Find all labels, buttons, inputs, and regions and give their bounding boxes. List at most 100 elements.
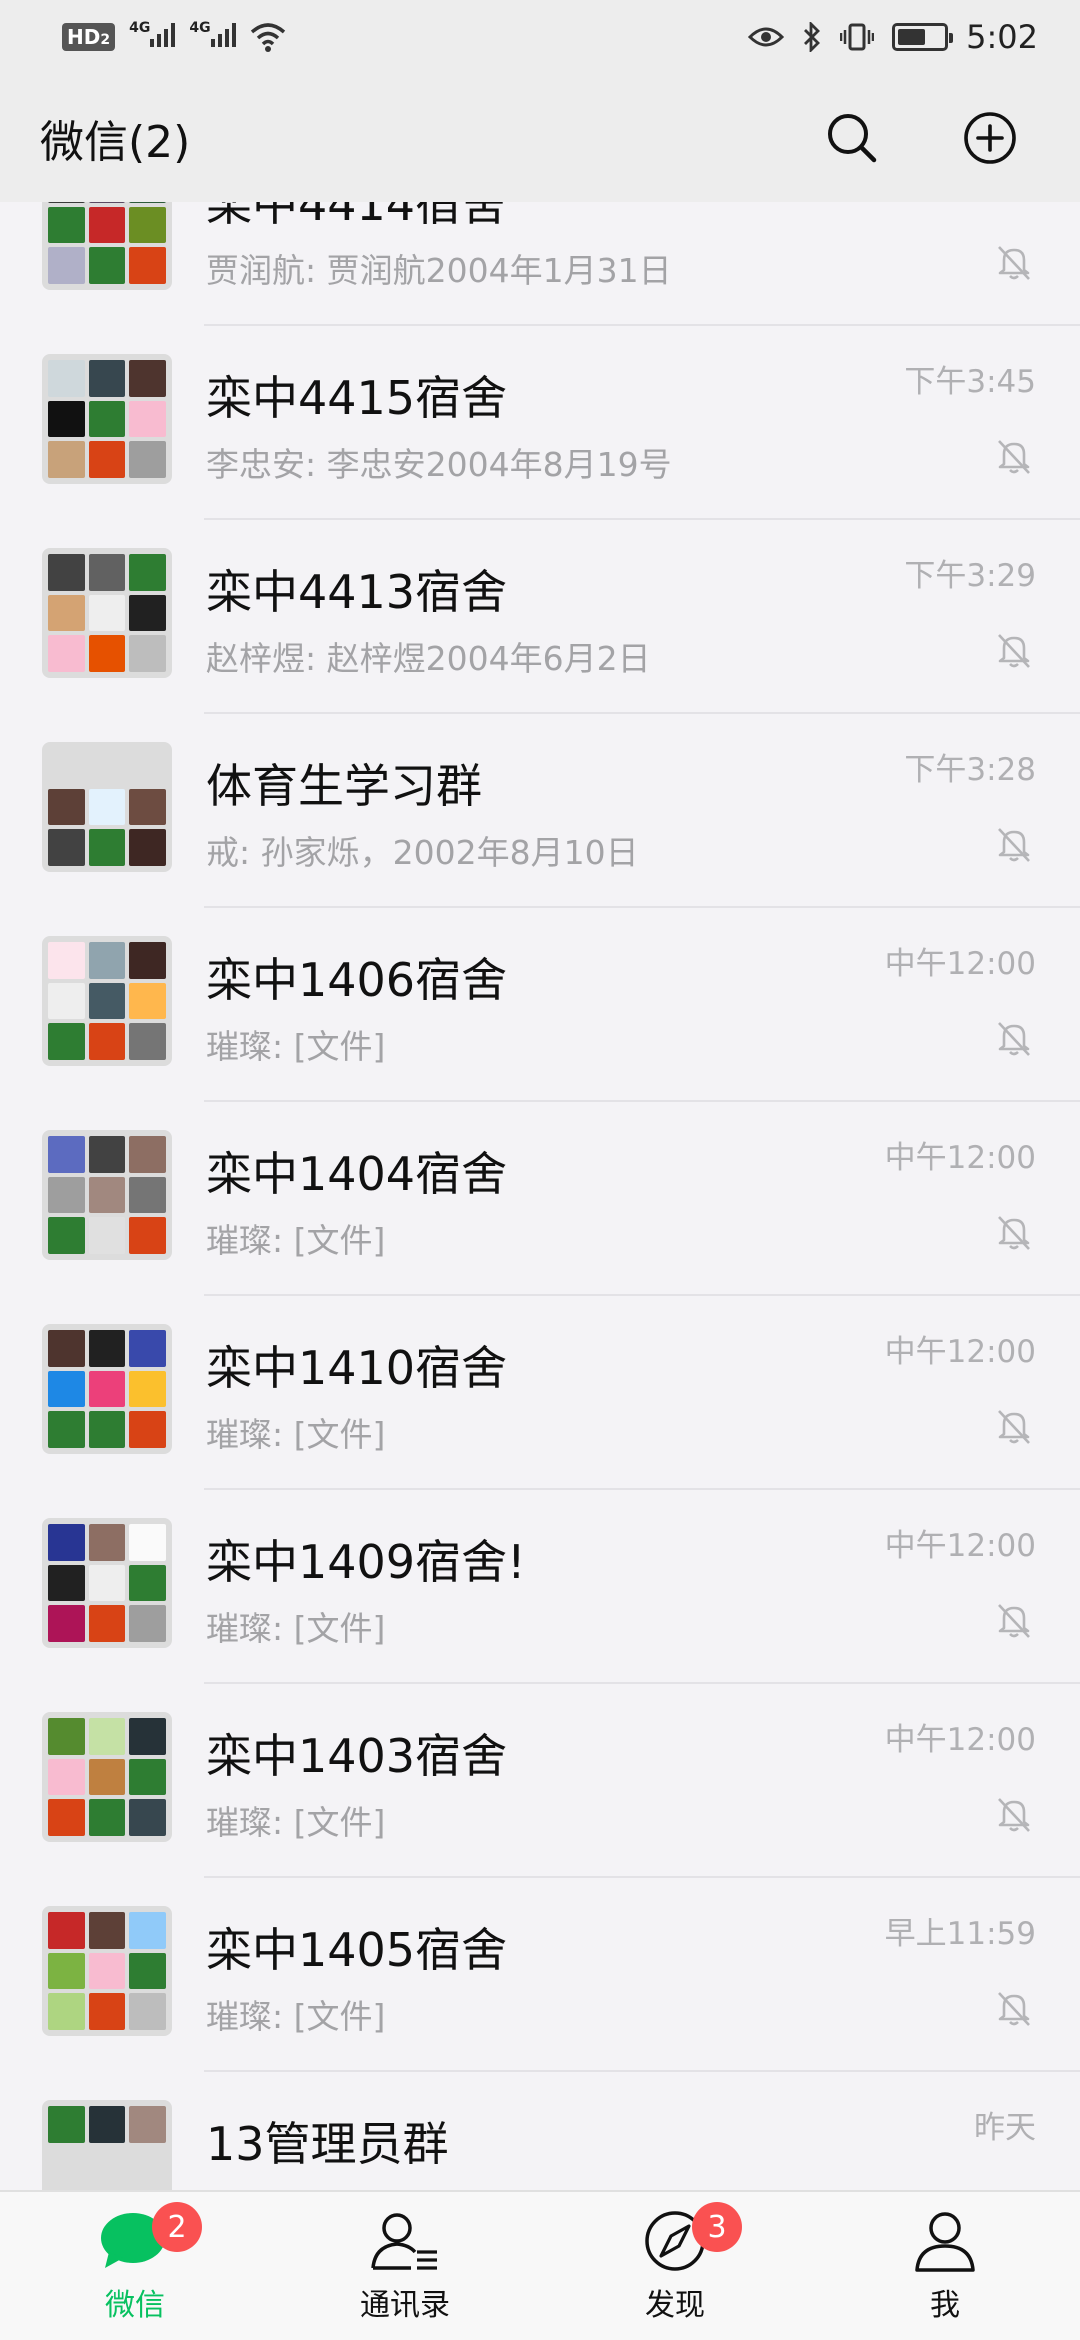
avatar-tile xyxy=(88,1758,126,1796)
avatar-tile xyxy=(88,360,126,397)
avatar-tile xyxy=(129,1952,166,1990)
mute-bell-icon xyxy=(998,1798,1030,1832)
avatar-tile xyxy=(88,247,126,284)
chat-preview: 璀璨: [文件] xyxy=(206,1221,386,1260)
avatar-tile xyxy=(129,1718,166,1755)
avatar-tile xyxy=(48,247,85,284)
signal-1-label: 4G xyxy=(129,19,151,36)
group-avatar xyxy=(42,1906,172,2036)
tab-chats-label: 微信 xyxy=(105,2288,165,2323)
avatar-tile xyxy=(48,1023,85,1060)
avatar-tile xyxy=(88,748,126,785)
search-icon[interactable] xyxy=(824,110,880,166)
signal-2-label: 4G xyxy=(189,19,211,36)
tab-contacts[interactable]: 通讯录 xyxy=(270,2192,540,2340)
chat-time: 下午3:48 xyxy=(904,202,1036,207)
chat-preview: 戒: 孙家烁，2002年8月10日 xyxy=(206,833,639,872)
tab-chats-badge: 2 xyxy=(152,2202,202,2252)
chat-row[interactable]: 栾中4413宿舍 赵梓煜: 赵梓煜2004年6月2日 下午3:29 xyxy=(0,520,1080,714)
group-avatar xyxy=(42,1130,172,1260)
avatar-tile xyxy=(48,1524,85,1561)
avatar-tile xyxy=(129,1993,166,2030)
avatar-tile xyxy=(88,2106,126,2143)
group-avatar xyxy=(42,2100,172,2190)
avatar-tile xyxy=(88,982,126,1020)
avatar-tile xyxy=(88,1330,126,1367)
avatar-tile xyxy=(48,1718,85,1755)
avatar-tile xyxy=(88,1799,126,1836)
tab-discover[interactable]: 发现 3 xyxy=(540,2192,810,2340)
tab-chats[interactable]: 微信 2 xyxy=(0,2192,270,2340)
tab-me[interactable]: 我 xyxy=(810,2192,1080,2340)
avatar-tile xyxy=(88,1411,126,1448)
chat-row[interactable]: 栾中1409宿舍! 璀璨: [文件] 中午12:00 xyxy=(0,1490,1080,1684)
avatar-tile xyxy=(129,1758,166,1796)
chat-name: 栾中1405宿舍 xyxy=(206,1923,508,1977)
chat-list[interactable]: 栾中4414宿舍贾润航: 贾润航2004年1月31日 下午3:48 栾中4415宿舍… xyxy=(0,202,1080,2190)
avatar-tile xyxy=(88,1136,126,1173)
avatar-tile xyxy=(88,1605,126,1642)
avatar-tile xyxy=(48,1330,85,1367)
group-avatar xyxy=(42,1518,172,1648)
avatar-tile xyxy=(48,748,85,785)
chat-row[interactable]: 体育生学习群 戒: 孙家烁，2002年8月10日 下午3:28 xyxy=(0,714,1080,908)
avatar-tile xyxy=(88,829,126,866)
chat-preview: 贾润航: 贾润航2004年1月31日 xyxy=(206,251,672,290)
chat-row[interactable]: 栾中1405宿舍 璀璨: [文件] 早上11:59 xyxy=(0,1878,1080,2072)
status-right: 5:02 xyxy=(748,18,1038,56)
hd-indicator: HD2 xyxy=(62,23,116,51)
avatar-tile xyxy=(48,1605,85,1642)
chat-name: 栾中4415宿舍 xyxy=(206,371,508,425)
chat-preview: 璀璨: [文件] xyxy=(206,1803,386,1842)
chat-time: 昨天 xyxy=(974,2110,1036,2146)
chat-row[interactable]: 栾中4415宿舍 李忠安: 李忠安2004年8月19号 下午3:45 xyxy=(0,326,1080,520)
avatar-tile xyxy=(129,1564,166,1602)
chat-name: 栾中4413宿舍 xyxy=(206,565,508,619)
avatar-tile xyxy=(88,1524,126,1561)
avatar-tile xyxy=(48,202,85,203)
chat-row[interactable]: 栾中1403宿舍 璀璨: [文件] 中午12:00 xyxy=(0,1684,1080,1878)
avatar-tile xyxy=(48,942,85,979)
chat-time: 中午12:00 xyxy=(884,1528,1036,1564)
chat-name: 栾中1406宿舍 xyxy=(206,953,508,1007)
avatar-tile xyxy=(88,554,126,591)
avatar-tile xyxy=(48,360,85,397)
avatar-tile xyxy=(48,788,85,826)
avatar-tile xyxy=(48,1370,85,1408)
chat-row[interactable]: 栾中1410宿舍 璀璨: [文件] 中午12:00 xyxy=(0,1296,1080,1490)
avatar-tile xyxy=(129,2106,166,2143)
avatar-tile xyxy=(88,202,126,203)
chat-time: 下午3:28 xyxy=(904,752,1036,788)
avatar-tile xyxy=(129,206,166,244)
avatar-tile xyxy=(48,594,85,632)
battery-icon xyxy=(892,23,954,51)
avatar-tile xyxy=(88,441,126,478)
avatar-tile xyxy=(129,748,166,785)
status-time: 5:02 xyxy=(966,18,1038,56)
chat-name: 栾中1409宿舍! xyxy=(206,1535,526,1589)
avatar-tile xyxy=(129,360,166,397)
avatar-tile xyxy=(88,1217,126,1254)
group-avatar xyxy=(42,742,172,872)
avatar-tile xyxy=(129,2146,166,2184)
chat-name: 栾中4414宿舍 xyxy=(206,202,508,231)
avatar-tile xyxy=(129,942,166,979)
avatar-tile xyxy=(48,1912,85,1949)
group-avatar xyxy=(42,548,172,678)
signal-bars-icon xyxy=(210,21,236,47)
group-avatar xyxy=(42,1712,172,1842)
chat-row[interactable]: 栾中1404宿舍 璀璨: [文件] 中午12:00 xyxy=(0,1102,1080,1296)
add-icon[interactable] xyxy=(962,110,1018,166)
avatar-tile xyxy=(129,1023,166,1060)
status-bar: HD2 4G 4G 5:02 xyxy=(0,0,1080,74)
chat-preview: 赵梓煜: 赵梓煜2004年6月2日 xyxy=(206,639,651,678)
chat-row[interactable]: 13管理员群 昨天 xyxy=(0,2072,1080,2190)
avatar-tile xyxy=(88,635,126,672)
chat-time: 中午12:00 xyxy=(884,946,1036,982)
chat-row[interactable]: 栾中4414宿舍贾润航: 贾润航2004年1月31日 下午3:48 xyxy=(0,202,1080,326)
avatar-tile xyxy=(88,206,126,244)
chat-row[interactable]: 栾中1406宿舍 璀璨: [文件] 中午12:00 xyxy=(0,908,1080,1102)
avatar-tile xyxy=(48,1952,85,1990)
avatar-tile xyxy=(48,982,85,1020)
eye-icon xyxy=(748,27,785,47)
